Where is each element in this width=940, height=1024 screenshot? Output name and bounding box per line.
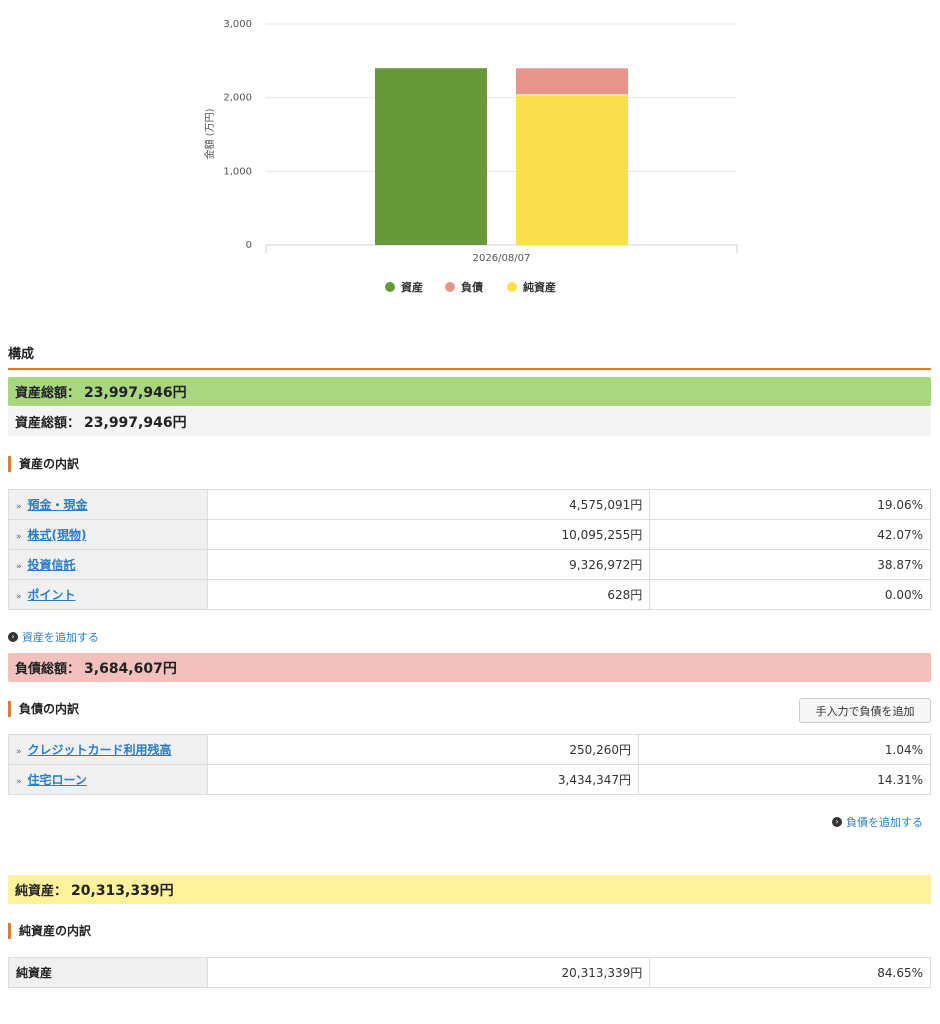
asset-total-bar: 資産総額： 23,997,946円	[8, 377, 931, 406]
expand-chevron-icon[interactable]: »	[16, 502, 22, 512]
net-total-bar: 純資産： 20,313,339円	[8, 875, 931, 904]
expand-chevron-icon[interactable]: »	[16, 777, 22, 787]
asset-link-deposits[interactable]: 預金・現金	[28, 498, 88, 512]
liability-total-value: 3,684,607円	[84, 660, 177, 677]
table-row: 純資産 20,313,339円 84.65%	[8, 957, 931, 988]
liability-link-mortgage[interactable]: 住宅ローン	[28, 773, 87, 787]
net-row-label: 純資産	[16, 966, 53, 980]
asset-total-value: 23,997,946円	[84, 384, 187, 401]
liability-percentage: 14.31%	[638, 764, 931, 795]
x-category-label: 2026/08/07	[473, 253, 531, 264]
asset-total-label-secondary: 資産総額：	[15, 416, 81, 431]
balance-chart-svg: 0 1,000 2,000 3,000 金額 (万円) 2026/08/07 資産 負債 純資産	[203, 19, 738, 294]
liability-link-credit-card[interactable]: クレジットカード利用残高	[28, 743, 172, 757]
table-row: » 投資信託 9,326,972円 38.87%	[8, 549, 931, 580]
legend-marker	[507, 282, 517, 292]
asset-total-bar-secondary: 資産総額： 23,997,946円	[8, 407, 931, 436]
legend-label: 資産	[401, 280, 423, 294]
y-tick-label: 0	[246, 240, 252, 251]
table-row: » ポイント 628円 0.00%	[8, 579, 931, 610]
y-tick-label: 1,000	[223, 166, 252, 177]
balance-chart: 0 1,000 2,000 3,000 金額 (万円) 2026/08/07 資産 負債 純資産	[0, 0, 940, 310]
net-total-label: 純資産：	[15, 884, 68, 899]
liability-total-label: 負債総額：	[15, 662, 81, 677]
net-percentage: 84.65%	[649, 957, 931, 988]
legend-marker	[445, 282, 455, 292]
asset-amount: 9,326,972円	[206, 549, 651, 580]
legend-label: 純資産	[523, 280, 556, 294]
table-row: » クレジットカード利用残高 250,260円 1.04%	[8, 734, 931, 765]
asset-link-points[interactable]: ポイント	[28, 588, 76, 602]
liability-percentage: 1.04%	[638, 734, 931, 765]
asset-percentage: 42.07%	[649, 519, 931, 550]
add-asset-label[interactable]: 資産を追加する	[22, 629, 99, 645]
table-row: » 株式(現物) 10,095,255円 42.07%	[8, 519, 931, 550]
asset-link-funds[interactable]: 投資信託	[28, 558, 76, 572]
asset-breakdown-heading: 資産の内訳	[8, 456, 79, 472]
asset-total-label: 資産総額：	[15, 386, 81, 401]
table-row: » 預金・現金 4,575,091円 19.06%	[8, 489, 931, 520]
manual-add-liability-button[interactable]: 手入力で負債を追加	[799, 698, 931, 723]
asset-percentage: 38.87%	[649, 549, 931, 580]
asset-link-stocks[interactable]: 株式(現物)	[28, 528, 87, 542]
legend-label: 負債	[461, 280, 483, 294]
liability-breakdown-table: » クレジットカード利用残高 250,260円 1.04% » 住宅ローン 3,43…	[8, 734, 931, 795]
expand-chevron-icon[interactable]: »	[16, 592, 22, 602]
bar-net-assets	[516, 95, 628, 246]
asset-total-value-secondary: 23,997,946円	[84, 414, 187, 431]
asset-amount: 10,095,255円	[206, 519, 651, 550]
add-liability-link[interactable]: › 負債を追加する	[832, 814, 923, 830]
liability-amount: 250,260円	[207, 734, 639, 765]
expand-chevron-icon[interactable]: »	[16, 532, 22, 542]
arrow-circle-icon: ›	[8, 632, 18, 642]
y-axis-label: 金額 (万円)	[203, 108, 216, 159]
add-asset-link[interactable]: › 資産を追加する	[8, 629, 99, 645]
liability-breakdown-heading: 負債の内訳	[8, 701, 79, 717]
y-tick-label: 2,000	[223, 93, 252, 104]
asset-amount: 628円	[206, 579, 651, 610]
asset-percentage: 19.06%	[649, 489, 931, 520]
liability-amount: 3,434,347円	[207, 764, 639, 795]
expand-chevron-icon[interactable]: »	[16, 562, 22, 572]
y-tick-label: 3,000	[223, 19, 252, 30]
liability-total-bar: 負債総額： 3,684,607円	[8, 653, 931, 682]
table-row: » 住宅ローン 3,434,347円 14.31%	[8, 764, 931, 795]
net-breakdown-table: 純資産 20,313,339円 84.65%	[8, 957, 931, 988]
net-total-value: 20,313,339円	[71, 882, 174, 899]
net-amount: 20,313,339円	[206, 957, 651, 988]
bar-assets	[375, 68, 487, 245]
bar-liabilities	[516, 68, 628, 95]
legend-marker	[385, 282, 395, 292]
arrow-circle-icon: ›	[832, 817, 842, 827]
asset-amount: 4,575,091円	[206, 489, 651, 520]
add-liability-label[interactable]: 負債を追加する	[846, 814, 923, 830]
asset-percentage: 0.00%	[649, 579, 931, 610]
net-breakdown-heading: 純資産の内訳	[8, 923, 91, 939]
section-title-composition: 構成	[8, 343, 931, 370]
asset-breakdown-table: » 預金・現金 4,575,091円 19.06% » 株式(現物) 10,095,…	[8, 489, 931, 610]
expand-chevron-icon[interactable]: »	[16, 747, 22, 757]
